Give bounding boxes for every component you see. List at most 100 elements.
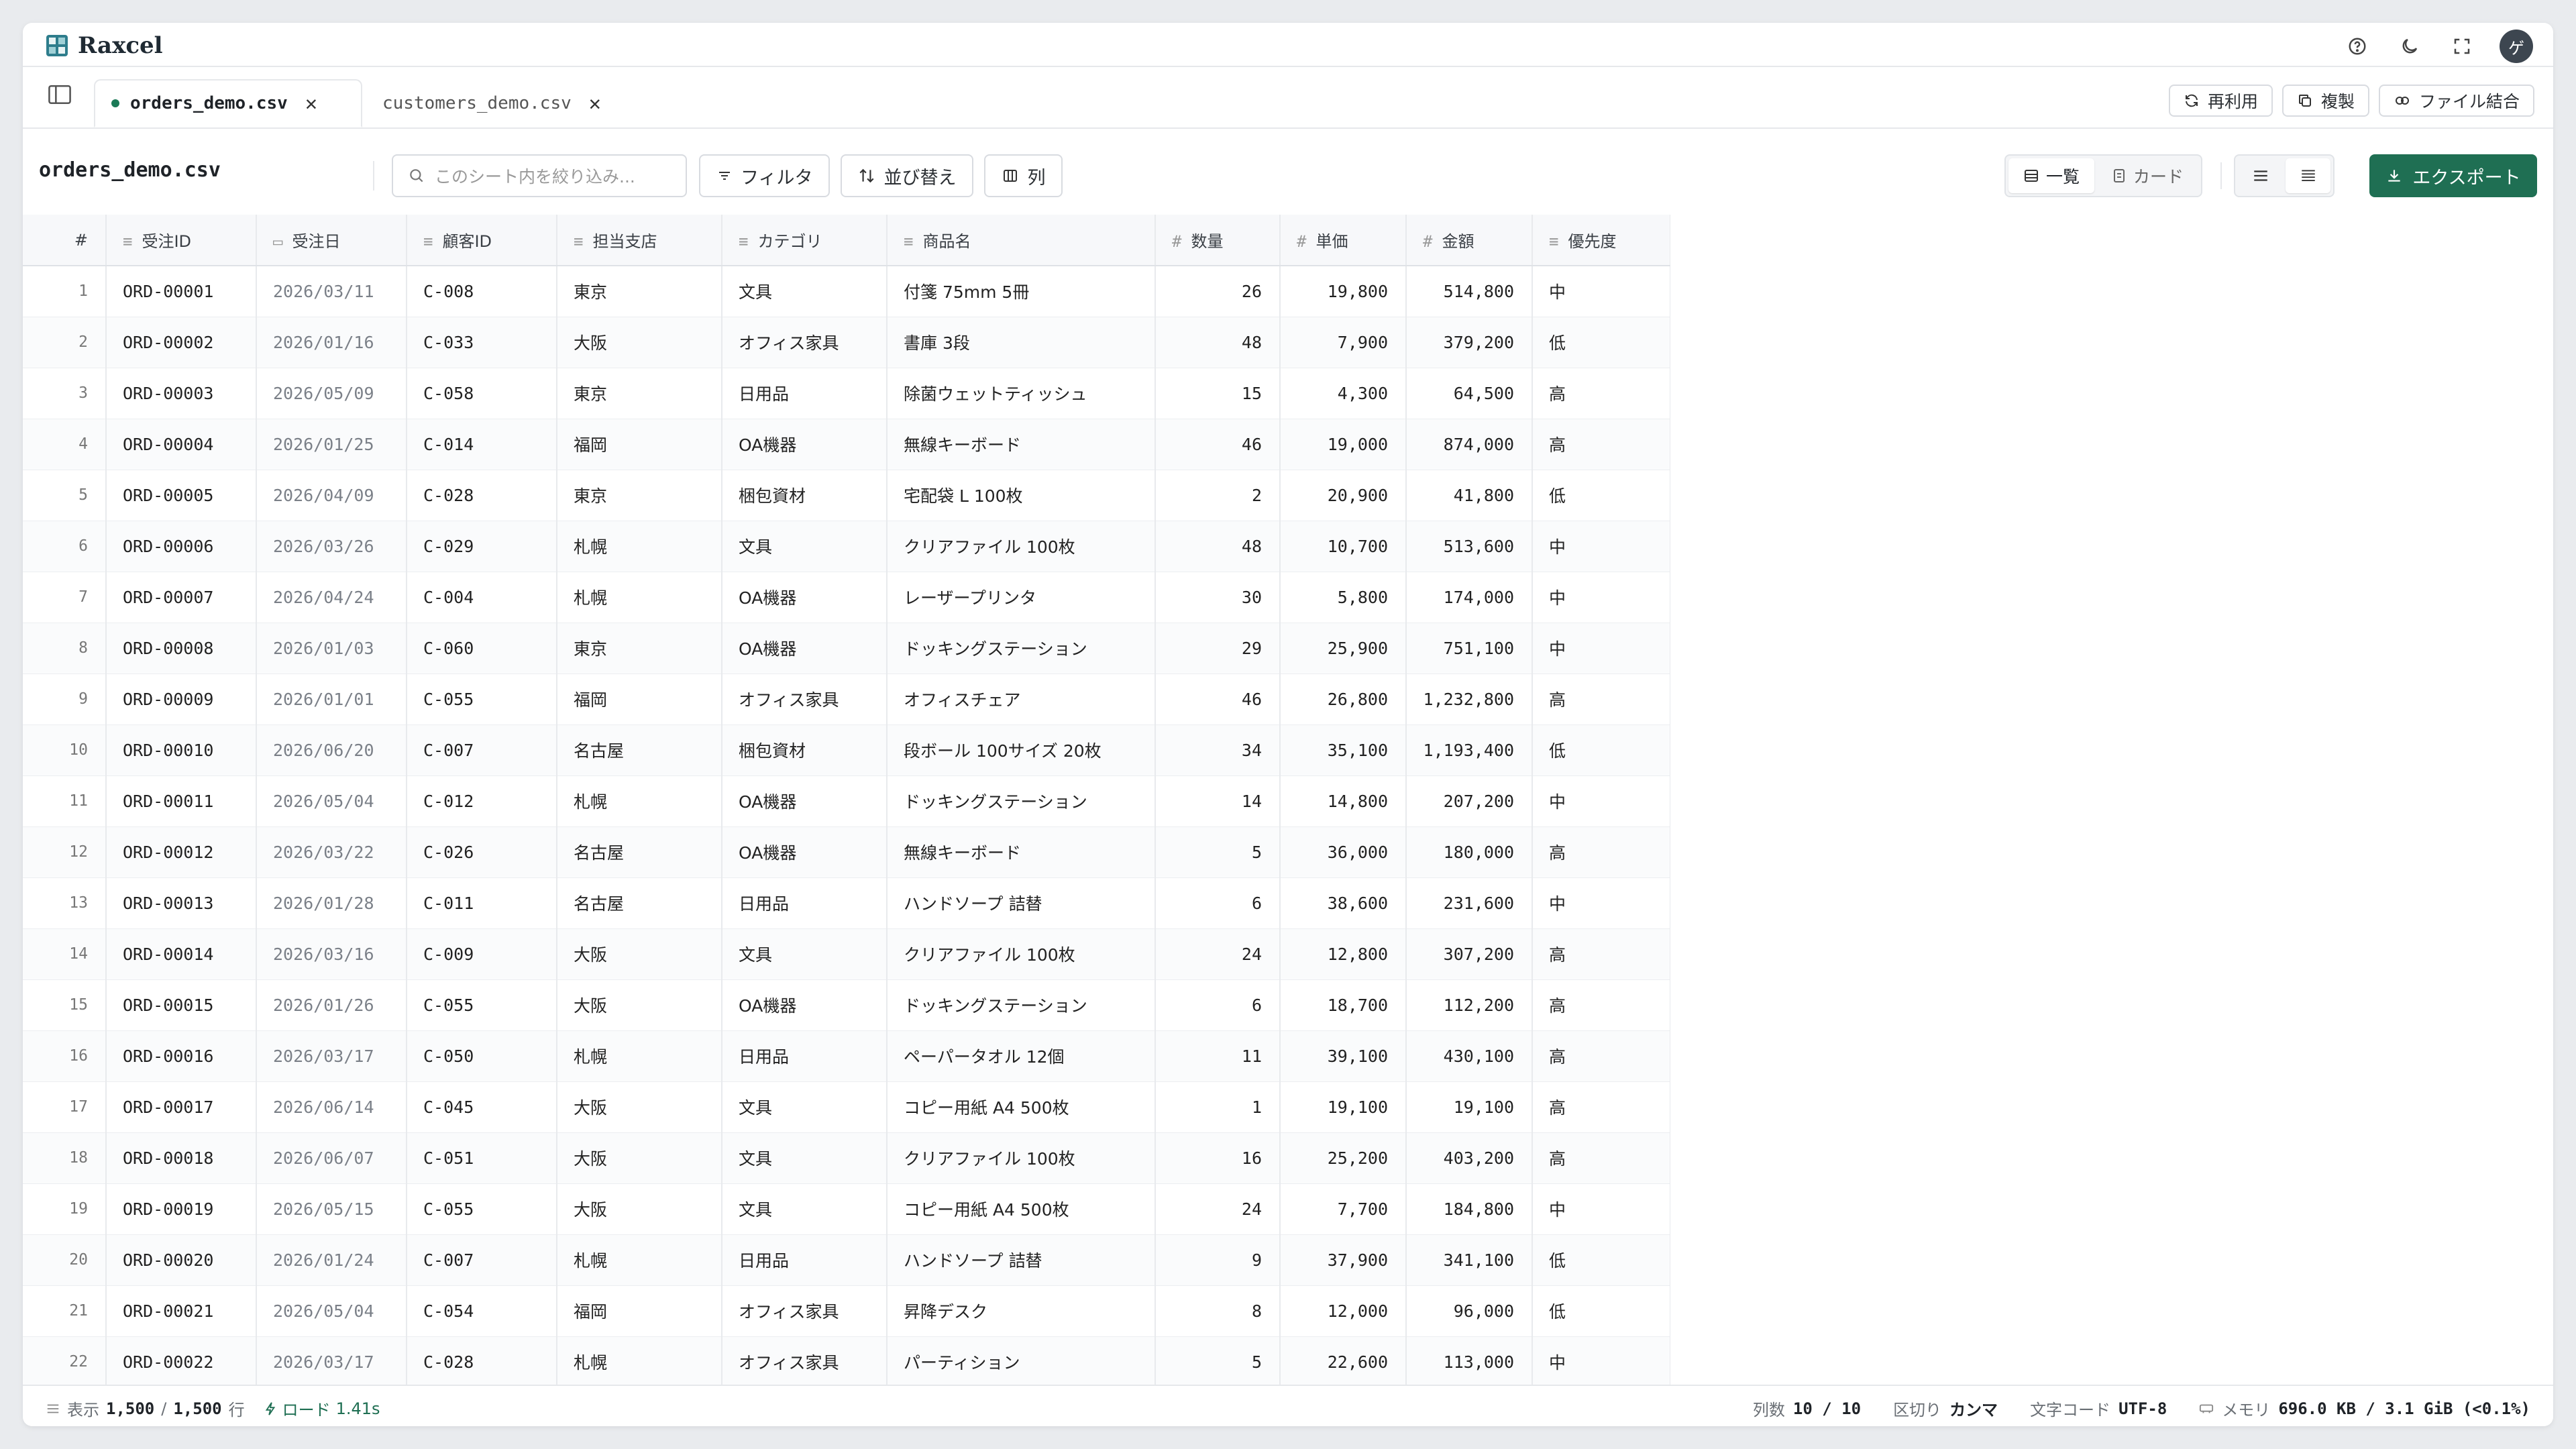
table-cell[interactable]: 2026/05/04 (256, 775, 407, 827)
table-row[interactable]: 12 ORD-00012 2026/03/22 C-026 名古屋 OA機器 無線キーボード… (23, 826, 1670, 878)
table-row[interactable]: 14 ORD-00014 2026/03/16 C-009 大阪 文具 クリアファイル 10… (23, 928, 1670, 980)
table-row[interactable]: 11 ORD-00011 2026/05/04 C-012 札幌 OA機器 ドッキングステー… (23, 775, 1670, 827)
table-cell[interactable]: 付箋 75mm 5冊 (887, 266, 1156, 317)
table-cell[interactable]: 札幌 (557, 521, 722, 572)
table-row[interactable]: 16 ORD-00016 2026/03/17 C-050 札幌 日用品 ペーパータオル 1… (23, 1030, 1670, 1082)
table-cell[interactable]: ORD-00021 (106, 1285, 257, 1337)
export-button[interactable]: エクスポート (2369, 154, 2537, 197)
table-cell[interactable]: クリアファイル 100枚 (887, 1132, 1156, 1184)
table-cell[interactable]: 梱包資材 (722, 470, 888, 521)
table-cell[interactable]: 福岡 (557, 1285, 722, 1337)
table-cell[interactable]: 中 (1532, 775, 1670, 827)
table-cell[interactable]: オフィスチェア (887, 674, 1156, 725)
table-cell[interactable]: 2026/05/09 (256, 368, 407, 419)
table-cell[interactable]: 37,900 (1280, 1234, 1407, 1286)
table-cell[interactable]: 宅配袋 L 100枚 (887, 470, 1156, 521)
table-cell[interactable]: 名古屋 (557, 826, 722, 878)
column-header[interactable]: ≡ 受注ID (106, 215, 257, 266)
table-cell[interactable]: ORD-00007 (106, 572, 257, 623)
table-cell[interactable]: 低 (1532, 724, 1670, 776)
density-compact-button[interactable] (2286, 158, 2330, 193)
table-cell[interactable]: 207,200 (1406, 775, 1533, 827)
table-cell[interactable]: ORD-00011 (106, 775, 257, 827)
table-cell[interactable]: 8 (1155, 1285, 1281, 1337)
table-cell[interactable]: 307,200 (1406, 928, 1533, 980)
table-cell[interactable]: 24 (1155, 1183, 1281, 1235)
table-cell[interactable]: 低 (1532, 317, 1670, 368)
table-cell[interactable]: 札幌 (557, 572, 722, 623)
table-cell[interactable]: 昇降デスク (887, 1285, 1156, 1337)
table-cell[interactable]: 46 (1155, 419, 1281, 470)
table-cell[interactable]: 12,000 (1280, 1285, 1407, 1337)
view-list-button[interactable]: 一覧 (2008, 158, 2095, 193)
table-cell[interactable]: 180,000 (1406, 826, 1533, 878)
table-cell[interactable]: ORD-00004 (106, 419, 257, 470)
table-row[interactable]: 13 ORD-00013 2026/01/28 C-011 名古屋 日用品 ハンドソープ 詰… (23, 877, 1670, 929)
table-cell[interactable]: 1,193,400 (1406, 724, 1533, 776)
table-cell[interactable]: C-051 (407, 1132, 557, 1184)
table-cell[interactable]: オフィス家具 (722, 674, 888, 725)
table-cell[interactable]: 14 (1155, 775, 1281, 827)
table-cell[interactable]: 大阪 (557, 1081, 722, 1133)
table-cell[interactable]: 2026/05/15 (256, 1183, 407, 1235)
table-cell[interactable]: C-008 (407, 266, 557, 317)
table-cell[interactable]: オフィス家具 (722, 1336, 888, 1388)
help-icon[interactable] (2343, 32, 2372, 61)
fullscreen-icon[interactable] (2447, 32, 2477, 61)
table-cell[interactable]: 6 (1155, 877, 1281, 929)
table-cell[interactable]: 東京 (557, 266, 722, 317)
column-header[interactable]: ▭ 受注日 (256, 215, 407, 266)
table-cell[interactable]: 高 (1532, 1081, 1670, 1133)
table-cell[interactable]: 名古屋 (557, 724, 722, 776)
table-cell[interactable]: 文具 (722, 266, 888, 317)
table-cell[interactable]: コピー用紙 A4 500枚 (887, 1081, 1156, 1133)
table-cell[interactable]: 文具 (722, 1132, 888, 1184)
table-cell[interactable]: 高 (1532, 419, 1670, 470)
table-cell[interactable]: 231,600 (1406, 877, 1533, 929)
table-cell[interactable]: 福岡 (557, 419, 722, 470)
column-header[interactable]: ≡ カテゴリ (722, 215, 888, 266)
table-cell[interactable]: 文具 (722, 1183, 888, 1235)
table-row[interactable]: 8 ORD-00008 2026/01/03 C-060 東京 OA機器 ドッキングステーシ… (23, 623, 1670, 674)
table-cell[interactable]: 26,800 (1280, 674, 1407, 725)
table-cell[interactable]: ORD-00014 (106, 928, 257, 980)
column-header[interactable]: # 金額 (1406, 215, 1533, 266)
table-cell[interactable]: 19,800 (1280, 266, 1407, 317)
table-cell[interactable]: 福岡 (557, 674, 722, 725)
table-cell[interactable]: OA機器 (722, 572, 888, 623)
table-cell[interactable]: C-007 (407, 1234, 557, 1286)
table-cell[interactable]: 403,200 (1406, 1132, 1533, 1184)
table-cell[interactable]: 2026/04/24 (256, 572, 407, 623)
table-cell[interactable]: ORD-00006 (106, 521, 257, 572)
table-cell[interactable]: ハンドソープ 詰替 (887, 877, 1156, 929)
table-cell[interactable]: ORD-00017 (106, 1081, 257, 1133)
table-cell[interactable]: 東京 (557, 623, 722, 674)
column-header[interactable]: ≡ 商品名 (887, 215, 1156, 266)
table-cell[interactable]: 大阪 (557, 1183, 722, 1235)
table-cell[interactable]: 大阪 (557, 979, 722, 1031)
table-cell[interactable]: C-026 (407, 826, 557, 878)
view-card-button[interactable]: カード (2097, 158, 2198, 193)
table-cell[interactable]: 札幌 (557, 1336, 722, 1388)
table-cell[interactable]: C-050 (407, 1030, 557, 1082)
table-cell[interactable]: 379,200 (1406, 317, 1533, 368)
table-row[interactable]: 15 ORD-00015 2026/01/26 C-055 大阪 OA機器 ドッキングステー… (23, 979, 1670, 1031)
table-cell[interactable]: 1 (1155, 1081, 1281, 1133)
table-cell[interactable]: ペーパータオル 12個 (887, 1030, 1156, 1082)
table-cell[interactable]: 日用品 (722, 877, 888, 929)
table-cell[interactable]: 無線キーボード (887, 826, 1156, 878)
table-cell[interactable]: 札幌 (557, 1234, 722, 1286)
table-cell[interactable]: ORD-00018 (106, 1132, 257, 1184)
table-cell[interactable]: ORD-00019 (106, 1183, 257, 1235)
table-cell[interactable]: OA機器 (722, 775, 888, 827)
table-cell[interactable]: 中 (1532, 266, 1670, 317)
table-cell[interactable]: 2026/06/20 (256, 724, 407, 776)
table-cell[interactable]: 2026/01/28 (256, 877, 407, 929)
column-header[interactable]: ≡ 担当支店 (557, 215, 722, 266)
table-cell[interactable]: 東京 (557, 470, 722, 521)
table-cell[interactable]: 東京 (557, 368, 722, 419)
table-cell[interactable]: ORD-00003 (106, 368, 257, 419)
sidebar-toggle-icon[interactable] (48, 85, 78, 110)
table-cell[interactable]: 16 (1155, 1132, 1281, 1184)
reuse-button[interactable]: 再利用 (2168, 85, 2273, 117)
